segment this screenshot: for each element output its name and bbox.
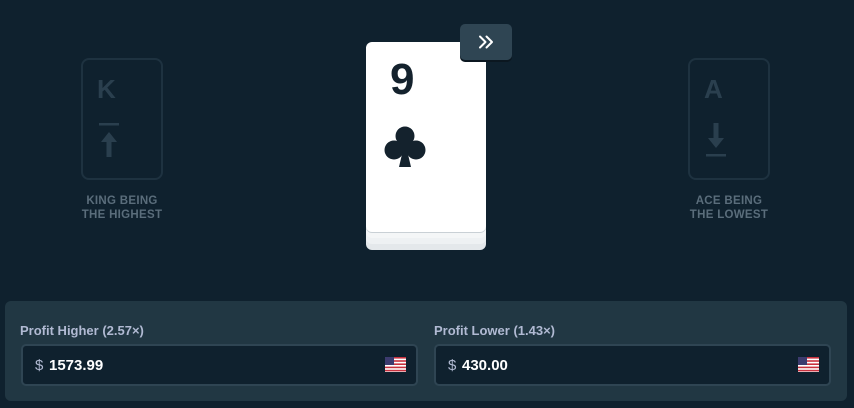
profit-lower-field[interactable]: $ 430.00 [434, 344, 831, 386]
profit-lower-value: 430.00 [462, 357, 508, 374]
arrow-up-to-line-icon [99, 123, 119, 157]
clubs-icon [384, 126, 426, 167]
ace-caption-line1: ACE BEING [695, 195, 763, 207]
profit-lower-label: Profit Lower (1.43×) [434, 323, 555, 338]
king-rank-label: K [97, 74, 116, 104]
profit-lower-currency: $ [448, 357, 457, 374]
profit-higher-field[interactable]: $ 1573.99 [21, 344, 418, 386]
king-caption-line2: THE HIGHEST [81, 209, 163, 221]
profit-higher-value: 1573.99 [49, 357, 104, 374]
card-deck: 9 [366, 42, 486, 250]
current-card: 9 [366, 42, 486, 232]
ace-caption: ACE BEING THE LOWEST [659, 194, 799, 222]
us-flag-icon [798, 357, 819, 372]
skip-card-button[interactable] [460, 24, 512, 60]
us-flag-icon [385, 357, 406, 372]
ace-rank-label: A [704, 74, 723, 104]
highest-card-placeholder: K [81, 58, 163, 180]
arrow-down-to-line-icon [706, 123, 726, 157]
profit-panel: Profit Higher (2.57×) $ 1573.99 Profit L… [5, 301, 847, 401]
king-caption: KING BEING THE HIGHEST [52, 194, 192, 222]
profit-higher-label: Profit Higher (2.57×) [20, 323, 144, 338]
profit-higher-currency: $ [35, 357, 44, 374]
king-caption-line1: KING BEING [86, 195, 158, 207]
lowest-card-placeholder: A [688, 58, 770, 180]
current-card-rank: 9 [390, 55, 415, 104]
ace-caption-line2: THE LOWEST [689, 209, 769, 221]
double-chevron-right-icon [479, 35, 493, 49]
